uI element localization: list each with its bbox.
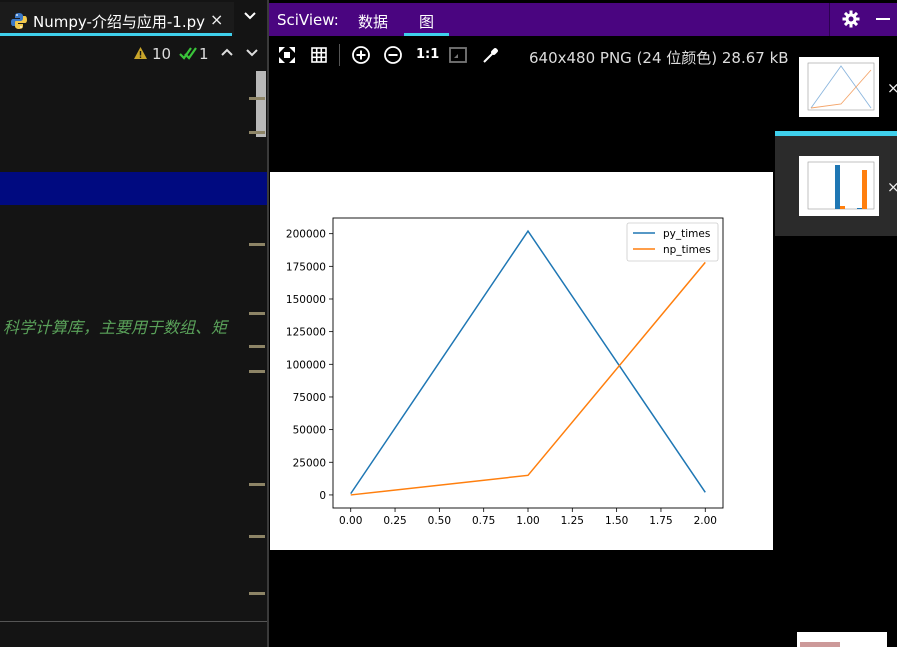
thumbnail-preview-strip	[800, 642, 840, 647]
fit-icon[interactable]	[277, 45, 297, 65]
x-tick-label: 1.75	[649, 515, 672, 527]
ok-count: 1	[199, 45, 209, 63]
close-icon[interactable]: ×	[887, 178, 897, 196]
chevron-down-icon[interactable]	[243, 11, 257, 21]
editor-tab-title: Numpy-介绍与应用-1.py	[33, 13, 206, 31]
plot-area	[332, 217, 724, 509]
x-tick-label: 2.00	[694, 515, 717, 527]
active-tab-indicator	[0, 33, 232, 36]
scroll-marker[interactable]	[249, 312, 265, 315]
x-tick-label: 0.25	[383, 515, 406, 527]
sciview-title: SciView:	[277, 11, 339, 29]
zoom-out-icon[interactable]	[383, 45, 403, 65]
y-tick-label: 175000	[286, 261, 326, 273]
editor-tab[interactable]: Numpy-介绍与应用-1.py ×	[0, 2, 234, 35]
scroll-marker[interactable]	[249, 97, 265, 100]
python-file-icon	[11, 13, 27, 29]
y-tick-label: 50000	[293, 425, 326, 437]
y-tick-label: 100000	[286, 359, 326, 371]
line-chart: 0.00 0.25 0.50 0.75 1.00 1.25 1.50 1.75 2.00 0 250…	[286, 217, 724, 527]
x-tick-label: 0.75	[472, 515, 495, 527]
close-icon[interactable]: ×	[887, 79, 897, 97]
y-tick-label: 200000	[286, 229, 326, 241]
tab-data[interactable]: 数据	[358, 11, 388, 32]
actual-size-button[interactable]: 1:1	[416, 47, 439, 62]
scroll-marker[interactable]	[249, 131, 265, 134]
editor-pane: Numpy-介绍与应用-1.py × 10 1 科学计算库，主要用于数组、矩	[0, 0, 267, 647]
x-tick-label: 1.25	[561, 515, 584, 527]
plot-thumbnail-1[interactable]	[799, 57, 879, 117]
minimize-icon[interactable]	[876, 18, 890, 20]
x-tick-label: 0.00	[339, 515, 362, 527]
scroll-marker[interactable]	[249, 345, 265, 348]
x-tick-label: 1.00	[516, 515, 539, 527]
x-tick-label: 0.50	[428, 515, 451, 527]
selected-code-line[interactable]	[0, 172, 267, 205]
scroll-marker[interactable]	[249, 592, 265, 595]
gear-icon[interactable]	[842, 10, 860, 28]
legend-label: py_times	[663, 228, 710, 240]
y-tick-label: 25000	[293, 457, 326, 469]
scroll-marker[interactable]	[249, 243, 265, 246]
fit-window-icon[interactable]	[448, 45, 468, 65]
scroll-marker[interactable]	[249, 370, 265, 373]
y-tick-label: 150000	[286, 294, 326, 306]
color-picker-icon[interactable]	[481, 45, 501, 65]
y-tick-label: 0	[319, 490, 326, 502]
line-chart-thumbnail	[807, 62, 875, 111]
series-line-np_times	[350, 261, 706, 496]
scroll-marker[interactable]	[249, 483, 265, 486]
plot-thumbnail-2[interactable]	[799, 156, 879, 216]
double-check-icon	[179, 47, 197, 60]
code-comment[interactable]: 科学计算库，主要用于数组、矩	[3, 314, 267, 338]
grid-icon[interactable]	[309, 45, 329, 65]
divider	[339, 44, 340, 66]
image-info: 640x480 PNG (24 位颜色) 28.67 kB	[529, 49, 789, 67]
tab-plots[interactable]: 图	[419, 11, 434, 32]
divider	[829, 3, 830, 36]
chevron-down-icon[interactable]	[246, 48, 258, 57]
legend-label: np_times	[663, 244, 711, 256]
divider	[0, 621, 267, 622]
scroll-marker[interactable]	[249, 535, 265, 538]
close-icon[interactable]: ×	[210, 10, 223, 29]
plot-image[interactable]: 0.00 0.25 0.50 0.75 1.00 1.25 1.50 1.75 2.00 0 250…	[270, 172, 773, 550]
scrollbar-thumb[interactable]	[256, 71, 266, 137]
active-tab-indicator	[404, 33, 449, 36]
bar-chart-thumbnail	[807, 161, 875, 210]
series-line-py_times	[350, 229, 706, 495]
sciview-header: SciView: 数据 图	[269, 3, 897, 36]
zoom-in-icon[interactable]	[351, 45, 371, 65]
y-tick-label: 75000	[293, 392, 326, 404]
warnings-count: 10	[152, 45, 172, 63]
warning-icon	[134, 47, 147, 59]
chevron-up-icon[interactable]	[221, 48, 233, 57]
x-tick-label: 1.50	[605, 515, 628, 527]
pane-splitter[interactable]	[267, 0, 269, 647]
y-tick-label: 125000	[286, 327, 326, 339]
